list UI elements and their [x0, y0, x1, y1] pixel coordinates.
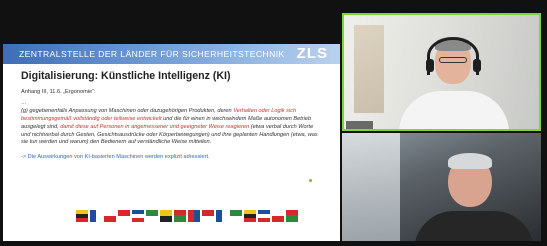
- state-flag-icon: [258, 210, 270, 222]
- state-flag-icon: [76, 210, 88, 222]
- slide-header-bar: ZENTRALSTELLE DER LÄNDER FÜR SICHERHEITS…: [3, 44, 340, 64]
- background-shelf: [354, 25, 384, 113]
- state-flag-icon: [90, 210, 102, 222]
- state-flag-icon: [118, 210, 130, 222]
- headset-earcup-right: [473, 59, 481, 72]
- participant-hair: [448, 153, 492, 169]
- headset-icon: [427, 37, 479, 75]
- state-flag-icon: [104, 210, 116, 222]
- regulation-quote: (g) gegebenenfalls Anpassung von Maschin…: [21, 108, 321, 148]
- slide-note: -> Die Auswirkungen von KI-basierten Mas…: [21, 154, 210, 161]
- state-flag-icon: [174, 210, 186, 222]
- pointer-dot-icon: [309, 179, 312, 182]
- state-flag-icon: [132, 210, 144, 222]
- state-flag-icon: [146, 210, 158, 222]
- window-light: [342, 133, 400, 241]
- shared-presentation: ZENTRALSTELLE DER LÄNDER FÜR SICHERHEITS…: [3, 44, 340, 241]
- state-flag-icon: [202, 210, 214, 222]
- slide-body: Anhang III, 11.6. „Ergonomie“: … (g) geg…: [21, 89, 321, 162]
- state-flag-icon: [286, 210, 298, 222]
- participant-name-tag: [346, 121, 373, 129]
- zls-logo: ZLS: [296, 45, 328, 62]
- video-tile-participant[interactable]: [342, 133, 541, 241]
- state-flag-icon: [272, 210, 284, 222]
- video-tile-active-speaker[interactable]: [342, 13, 541, 131]
- state-flag-icon: [244, 210, 256, 222]
- quote-highlight-2: damit diese auf Personen in angemessener…: [60, 123, 250, 130]
- quote-text-1: (g) gegebenenfalls Anpassung von Maschin…: [21, 107, 234, 114]
- state-flag-icon: [230, 210, 242, 222]
- ellipsis: …: [21, 99, 27, 106]
- state-flags-row: [76, 210, 298, 222]
- slide-title: Digitalisierung: Künstliche Intelligenz …: [21, 70, 231, 82]
- state-flag-icon: [216, 210, 228, 222]
- meeting-stage: ZENTRALSTELLE DER LÄNDER FÜR SICHERHEITS…: [0, 0, 547, 246]
- headset-earcup-left: [426, 59, 434, 72]
- state-flag-icon: [160, 210, 172, 222]
- state-flag-icon: [188, 210, 200, 222]
- annex-reference: Anhang III, 11.6. „Ergonomie“:: [21, 89, 96, 95]
- organization-name: ZENTRALSTELLE DER LÄNDER FÜR SICHERHEITS…: [19, 49, 285, 59]
